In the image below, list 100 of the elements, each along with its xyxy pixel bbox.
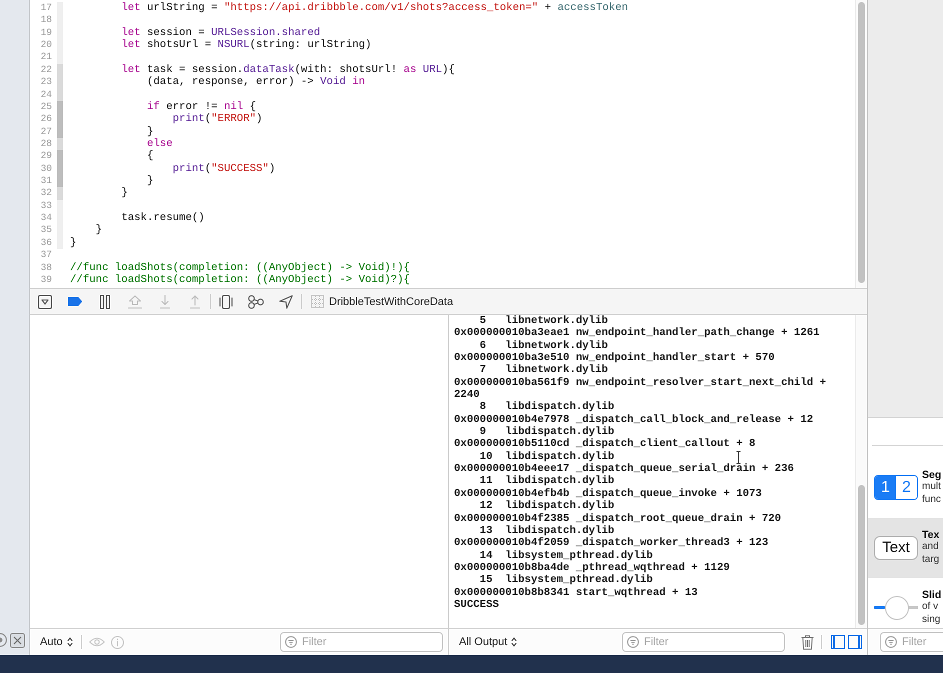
scrollbar-thumb[interactable] bbox=[858, 2, 865, 283]
line-number: 26 bbox=[40, 113, 52, 126]
item-description: and targ bbox=[922, 541, 940, 566]
line-number: 27 bbox=[40, 126, 52, 138]
line-number: 23 bbox=[40, 76, 52, 89]
console-line: 0x000000010ba3e510 nw_endpoint_handler_start + 570 bbox=[454, 352, 775, 364]
console-line: 12 libdispatch.dylib bbox=[478, 500, 614, 512]
code-line: print("SUCCESS") bbox=[172, 162, 276, 175]
line-number: 33 bbox=[40, 200, 52, 212]
left-panel-icon[interactable] bbox=[831, 635, 845, 649]
nodes-icon[interactable] bbox=[248, 294, 264, 308]
code-line: let session = URLSession.shared bbox=[121, 26, 320, 39]
line-number: 20 bbox=[40, 39, 52, 52]
line-number: 29 bbox=[40, 150, 52, 163]
line-number: 17 bbox=[40, 2, 52, 14]
item-description: mult func bbox=[922, 481, 942, 506]
line-number: 19 bbox=[40, 26, 52, 40]
console-line: 9 libdispatch.dylib bbox=[480, 426, 614, 438]
console-line: 0x000000010b4f2385 _dispatch_root_queue_drain + 720 bbox=[454, 512, 782, 525]
code-line: } bbox=[70, 236, 76, 249]
item-title: Tex bbox=[922, 529, 940, 542]
filter-field[interactable]: Filter bbox=[622, 632, 785, 652]
code-line: //func loadShots(completion: ((AnyObject) -> Void)?){ bbox=[70, 274, 410, 286]
pause-icon[interactable] bbox=[100, 294, 110, 308]
code-line: if error != nil { bbox=[146, 100, 256, 113]
console-line: 7 libnetwork.dylib bbox=[478, 364, 608, 377]
segment: 1 bbox=[875, 476, 896, 499]
fold-ribbon[interactable] bbox=[57, 2, 63, 64]
item-description: of v sing bbox=[922, 601, 942, 626]
library-item[interactable]: Slid of v sing bbox=[868, 578, 943, 628]
filter-icon bbox=[627, 636, 639, 648]
process-selector[interactable]: DribbleTestWithCoreData bbox=[311, 295, 454, 308]
fold-ribbon[interactable] bbox=[57, 100, 63, 138]
console-line: 11 libdispatch.dylib bbox=[478, 475, 614, 488]
line-number: 38 bbox=[40, 262, 52, 274]
fold-ribbon[interactable] bbox=[57, 187, 63, 200]
location-arrow-icon[interactable] bbox=[279, 294, 293, 308]
code-line: (data, response, error) -> Void in bbox=[146, 76, 366, 88]
circle-icon[interactable] bbox=[0, 633, 7, 647]
fold-ribbon[interactable] bbox=[57, 150, 63, 188]
code-line: } bbox=[121, 187, 128, 200]
item-title: Seg bbox=[922, 469, 942, 482]
console-line: 15 libsystem_pthread.dylib bbox=[478, 574, 653, 587]
scrollbar-thumb[interactable] bbox=[858, 485, 865, 625]
right-panel-icon[interactable] bbox=[848, 635, 862, 649]
line-number: 30 bbox=[40, 162, 52, 176]
line-number: 24 bbox=[40, 88, 52, 101]
trash-icon[interactable] bbox=[801, 634, 814, 650]
code-line: let shotsUrl = NSURL(string: urlString) bbox=[121, 39, 372, 52]
line-number: 21 bbox=[40, 51, 52, 64]
filter-icon bbox=[285, 636, 297, 648]
filter-icon bbox=[885, 636, 897, 648]
filter-field[interactable]: Filter bbox=[280, 632, 443, 652]
console-line: 8 libdispatch.dylib bbox=[478, 401, 614, 414]
code-line: else bbox=[146, 138, 173, 150]
code-line: let urlString = "https://api.dribbble.com/v1/shots?access_token=" + accessToken bbox=[121, 2, 628, 14]
line-number: 25 bbox=[40, 100, 52, 114]
console-line: 0x000000010b5110cd _dispatch_client_callout + 8 bbox=[454, 438, 756, 451]
console-line: 0x000000010b4eee17 _dispatch_queue_serial_drain + 236 bbox=[454, 463, 794, 476]
line-number: 37 bbox=[40, 249, 52, 262]
console-line: 5 libnetwork.dylib bbox=[478, 315, 608, 327]
console-line: 0x000000010b8b8341 start_wqthread + 13 bbox=[454, 586, 698, 599]
console-line: 6 libnetwork.dylib bbox=[478, 340, 608, 352]
library-item[interactable]: 1 2 Seg mult func bbox=[868, 458, 943, 518]
updown-chevron-icon bbox=[511, 637, 518, 647]
console-line: 0x000000010b4f2059 _dispatch_worker_thread3 + 123 bbox=[454, 537, 768, 550]
console-line: 10 libdispatch.dylib bbox=[478, 450, 614, 463]
console-line: 0x000000010b4efb4b _dispatch_queue_invoke + 1073 bbox=[454, 488, 762, 500]
updown-chevron-icon bbox=[66, 637, 73, 647]
box-x-icon[interactable] bbox=[10, 632, 25, 648]
code-line: } bbox=[146, 175, 154, 188]
code-line: let task = session.dataTask(with: shotsUrl! as URL){ bbox=[121, 64, 455, 76]
line-number: 32 bbox=[40, 187, 52, 200]
boxed-triangle-icon[interactable] bbox=[38, 294, 52, 308]
console-line: 13 libdispatch.dylib bbox=[478, 524, 614, 537]
line-number: 35 bbox=[40, 224, 52, 237]
line-number: 31 bbox=[40, 175, 52, 188]
console-line: 2240 bbox=[454, 389, 480, 402]
scope-popup[interactable]: Auto bbox=[40, 636, 73, 648]
console-line: 0x000000010b4e7978 _dispatch_call_block_and_release + 12 bbox=[454, 414, 814, 426]
text-cursor-icon bbox=[736, 451, 741, 464]
library-item[interactable]: Text Tex and targ bbox=[868, 518, 943, 578]
console-line: 0x000000010b8ba4de _pthread_wqthread + 1129 bbox=[454, 562, 730, 574]
filter-field[interactable]: Filter bbox=[880, 632, 943, 652]
tag-icon[interactable] bbox=[68, 297, 82, 306]
item-title: Slid bbox=[922, 589, 942, 602]
line-number: 28 bbox=[40, 138, 52, 150]
text-field-preview: Text bbox=[874, 536, 918, 560]
console-line: 14 libsystem_pthread.dylib bbox=[478, 550, 653, 562]
code-line: print("ERROR") bbox=[172, 113, 262, 126]
code-line: //func loadShots(completion: ((AnyObject) -> Void)!){ bbox=[70, 262, 410, 274]
fold-ribbon[interactable] bbox=[57, 138, 63, 150]
fold-ribbon[interactable] bbox=[57, 200, 63, 250]
output-popup[interactable]: All Output bbox=[459, 636, 518, 648]
line-number: 18 bbox=[40, 14, 52, 27]
code-line: { bbox=[146, 150, 154, 162]
code-line: } bbox=[146, 126, 154, 138]
stacked-panels-icon[interactable] bbox=[219, 294, 233, 308]
fold-ribbon[interactable] bbox=[57, 64, 63, 101]
line-number: 39 bbox=[40, 274, 52, 286]
